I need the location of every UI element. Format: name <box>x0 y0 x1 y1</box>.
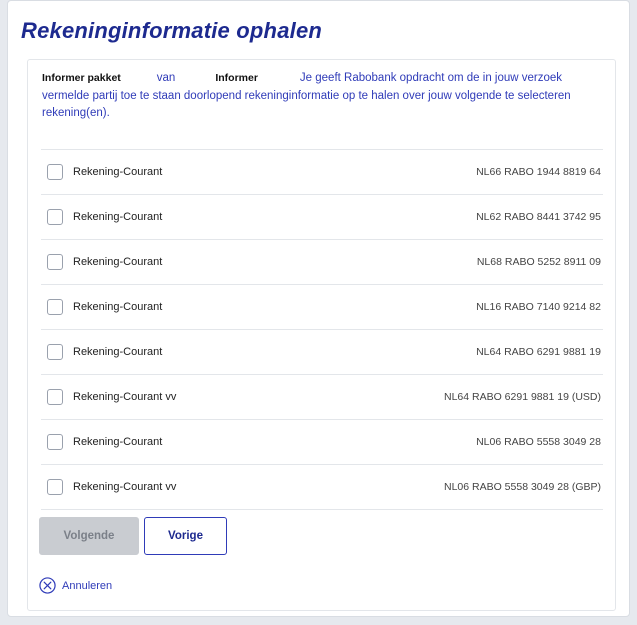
consent-panel: Informer pakket van Informer Je geeft Rabob… <box>27 59 616 611</box>
account-iban: NL62 RABO 8441 3742 95 <box>476 211 601 223</box>
account-checkbox[interactable] <box>47 254 63 270</box>
account-list: Rekening-Courant NL66 RABO 1944 8819 64 Re… <box>41 149 603 510</box>
account-iban: NL66 RABO 1944 8819 64 <box>476 166 601 178</box>
account-iban: NL68 RABO 5252 8911 09 <box>476 256 601 268</box>
account-name: Rekening-Courant vv <box>73 481 177 493</box>
close-circle-icon <box>39 577 56 594</box>
cancel-label: Annuleren <box>62 579 113 592</box>
previous-button[interactable]: Vorige <box>144 517 227 555</box>
account-name: Rekening-Courant <box>73 301 163 313</box>
account-row[interactable]: Rekening-Courant NL06 RABO 5558 3049 28 <box>41 420 603 465</box>
account-name: Rekening-Courant <box>73 436 163 448</box>
account-name: Rekening-Courant <box>73 211 163 223</box>
account-name: Rekening-Courant <box>73 256 163 268</box>
account-name: Rekening-Courant <box>73 346 163 358</box>
account-iban: NL64 RABO 6291 9881 19 (USD) <box>443 391 601 403</box>
dialog-card: Rekeninginformatie ophalen Informer pakk… <box>7 0 630 617</box>
account-name: Rekening-Courant vv <box>73 391 177 403</box>
account-checkbox[interactable] <box>47 299 63 315</box>
package-label: Informer pakket <box>42 72 121 84</box>
provider-name: Informer <box>215 72 258 84</box>
account-checkbox[interactable] <box>47 344 63 360</box>
account-iban: NL06 RABO 5558 3049 28 (GBP) <box>443 481 601 493</box>
account-iban: NL06 RABO 5558 3049 28 <box>476 436 601 448</box>
account-iban: NL16 RABO 7140 9214 82 <box>476 301 601 313</box>
account-checkbox[interactable] <box>47 389 63 405</box>
intro-text: Informer pakket van Informer Je geeft Rabob… <box>42 70 602 123</box>
account-row[interactable]: Rekening-Courant NL16 RABO 7140 9214 82 <box>41 285 603 330</box>
page-title: Rekeninginformatie ophalen <box>21 18 323 43</box>
intro-line1: Je geeft Rabobank opdracht om de in jouw <box>299 72 519 84</box>
account-iban: NL64 RABO 6291 9881 19 <box>476 346 601 358</box>
account-row[interactable]: Rekening-Courant NL64 RABO 6291 9881 19 <box>41 330 603 375</box>
account-row[interactable]: Rekening-Courant vv NL06 RABO 5558 3049 2… <box>41 465 603 510</box>
next-button[interactable]: Volgende <box>39 517 139 555</box>
account-checkbox[interactable] <box>47 209 63 225</box>
account-row[interactable]: Rekening-Courant NL68 RABO 5252 8911 09 <box>41 240 603 285</box>
account-checkbox[interactable] <box>47 164 63 180</box>
account-row[interactable]: Rekening-Courant vv NL64 RABO 6291 9881 1… <box>41 375 603 420</box>
account-row[interactable]: Rekening-Courant NL62 RABO 8441 3742 95 <box>41 195 603 240</box>
account-checkbox[interactable] <box>47 434 63 450</box>
account-checkbox[interactable] <box>47 479 63 495</box>
cancel-link[interactable]: Annuleren <box>39 577 112 594</box>
account-name: Rekening-Courant <box>73 166 163 178</box>
van-text: van <box>156 72 176 84</box>
account-row[interactable]: Rekening-Courant NL66 RABO 1944 8819 64 <box>41 150 603 195</box>
